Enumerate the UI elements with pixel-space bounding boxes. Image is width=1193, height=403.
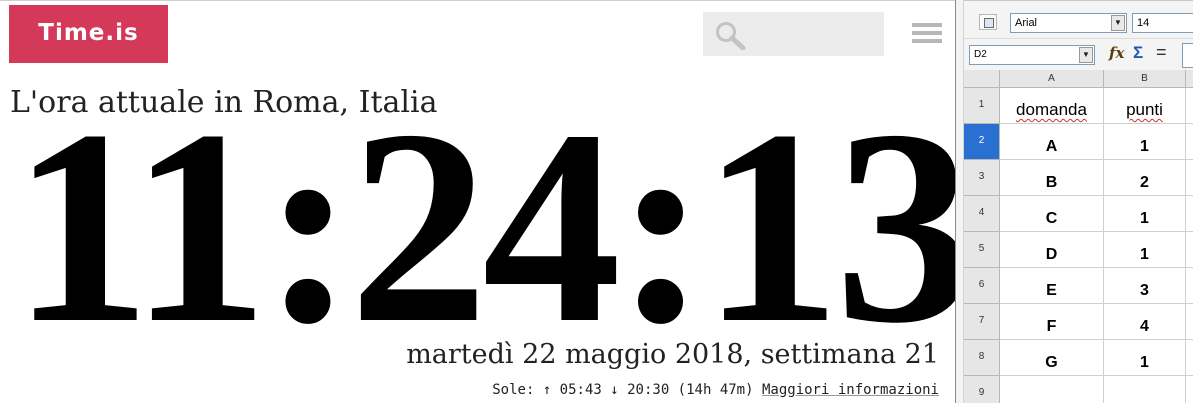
chevron-down-icon[interactable]: ▼ <box>1079 47 1093 63</box>
table-row: 7 F 4 <box>964 304 1193 340</box>
timeis-logo[interactable]: Time.is <box>9 5 168 63</box>
styles-button-icon[interactable] <box>979 14 997 30</box>
clock-display: 11:24:13 <box>12 73 974 381</box>
formula-bar: D2 ▼ fx Σ = <box>964 38 1193 70</box>
timeis-page: Time.is L'ora attuale in Roma, Italia 11… <box>0 0 974 403</box>
cell-a7[interactable]: F <box>1000 304 1104 340</box>
cell-c8[interactable] <box>1186 340 1193 376</box>
cell-text: domanda <box>1016 100 1087 119</box>
cell-c2[interactable] <box>1186 124 1193 160</box>
more-info-link[interactable]: Maggiori informazioni <box>762 382 939 398</box>
table-row: 3 B 2 <box>964 160 1193 196</box>
cell-a3[interactable]: B <box>1000 160 1104 196</box>
cell-b4[interactable]: 1 <box>1104 196 1186 232</box>
date-line: martedì 22 maggio 2018, settimana 21 <box>406 339 939 370</box>
select-all-corner[interactable] <box>964 70 1000 88</box>
table-row: 2 A 1 <box>964 124 1193 160</box>
cell-a4[interactable]: C <box>1000 196 1104 232</box>
cell-b2[interactable]: 1 <box>1104 124 1186 160</box>
font-name-value: Arial <box>1015 17 1038 29</box>
table-row: 9 <box>964 376 1193 403</box>
row-header[interactable]: 7 <box>964 304 1000 340</box>
cell-b9[interactable] <box>1104 376 1186 403</box>
table-row: 6 E 3 <box>964 268 1193 304</box>
formatting-toolbar: Arial ▼ 14 <box>964 0 1193 38</box>
cell-b6[interactable]: 3 <box>1104 268 1186 304</box>
cell-c9[interactable] <box>1186 376 1193 403</box>
cell-c7[interactable] <box>1186 304 1193 340</box>
name-box-value: D2 <box>974 49 987 60</box>
column-header-c[interactable] <box>1186 70 1193 88</box>
formula-icon[interactable]: = <box>1156 42 1167 63</box>
column-header-a[interactable]: A <box>1000 70 1104 88</box>
font-size-select[interactable]: 14 <box>1132 13 1193 33</box>
cell-grid[interactable]: A B 1 domanda punti 2 A 1 3 B 2 4 C 1 5 … <box>964 70 1193 403</box>
cell-a5[interactable]: D <box>1000 232 1104 268</box>
hamburger-menu-icon[interactable] <box>912 23 942 47</box>
row-header[interactable]: 8 <box>964 340 1000 376</box>
row-header[interactable]: 1 <box>964 88 1000 124</box>
row-header[interactable]: 3 <box>964 160 1000 196</box>
cell-c4[interactable] <box>1186 196 1193 232</box>
name-box[interactable]: D2 ▼ <box>969 45 1095 65</box>
cell-a8[interactable]: G <box>1000 340 1104 376</box>
search-icon <box>716 22 746 50</box>
cell-a2[interactable]: A <box>1000 124 1104 160</box>
cell-c1[interactable] <box>1186 88 1193 124</box>
spreadsheet-window: Arial ▼ 14 D2 ▼ fx Σ = A B 1 domanda pun… <box>964 0 1193 403</box>
table-row: 4 C 1 <box>964 196 1193 232</box>
cell-text: punti <box>1126 100 1163 119</box>
cell-b8[interactable]: 1 <box>1104 340 1186 376</box>
cell-a6[interactable]: E <box>1000 268 1104 304</box>
row-header[interactable]: 5 <box>964 232 1000 268</box>
function-wizard-icon[interactable]: fx <box>1109 44 1124 62</box>
row-header[interactable]: 9 <box>964 376 1000 403</box>
cell-a1[interactable]: domanda <box>1000 88 1104 124</box>
formula-input[interactable] <box>1182 43 1193 68</box>
cell-b3[interactable]: 2 <box>1104 160 1186 196</box>
table-row: 1 domanda punti <box>964 88 1193 124</box>
cell-b1[interactable]: punti <box>1104 88 1186 124</box>
cell-b7[interactable]: 4 <box>1104 304 1186 340</box>
cell-c3[interactable] <box>1186 160 1193 196</box>
cell-b5[interactable]: 1 <box>1104 232 1186 268</box>
chevron-down-icon[interactable]: ▼ <box>1111 15 1125 31</box>
window-divider[interactable] <box>955 0 964 403</box>
table-row: 8 G 1 <box>964 340 1193 376</box>
font-name-select[interactable]: Arial ▼ <box>1010 13 1127 33</box>
row-header[interactable]: 4 <box>964 196 1000 232</box>
sum-icon[interactable]: Σ <box>1133 43 1143 63</box>
cell-c6[interactable] <box>1186 268 1193 304</box>
sun-info: Sole: ↑ 05:43 ↓ 20:30 (14h 47m) Maggiori… <box>492 382 939 398</box>
cell-c5[interactable] <box>1186 232 1193 268</box>
table-row: 5 D 1 <box>964 232 1193 268</box>
sun-times: Sole: ↑ 05:43 ↓ 20:30 (14h 47m) <box>492 382 754 398</box>
cell-a9[interactable] <box>1000 376 1104 403</box>
search-input[interactable] <box>703 12 884 56</box>
row-header[interactable]: 2 <box>964 124 1000 160</box>
column-header-b[interactable]: B <box>1104 70 1186 88</box>
font-size-value: 14 <box>1137 17 1150 29</box>
row-header[interactable]: 6 <box>964 268 1000 304</box>
